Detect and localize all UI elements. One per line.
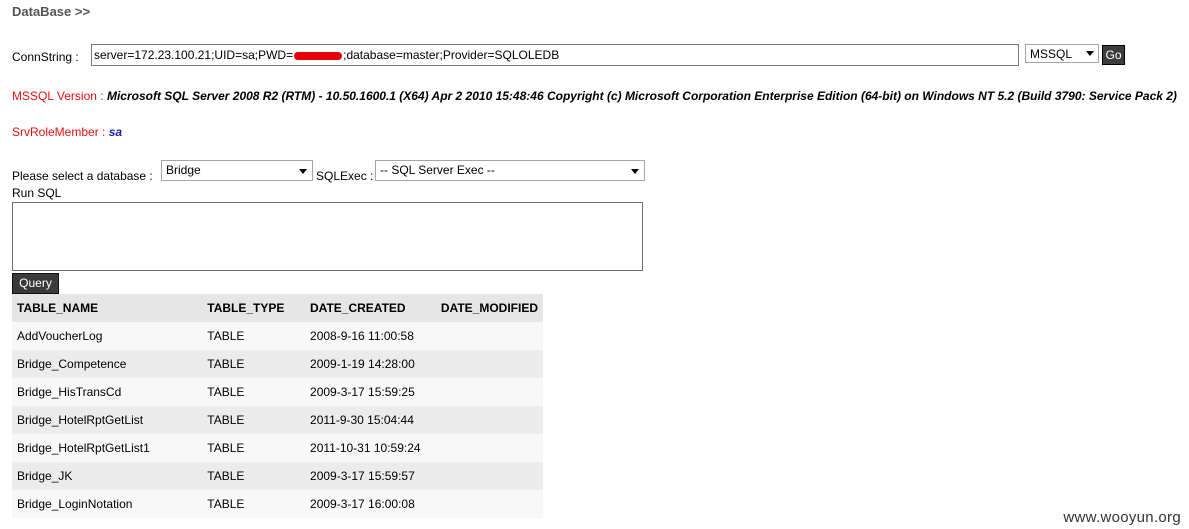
- chevron-down-icon: [631, 169, 639, 174]
- table-cell: TABLE: [202, 434, 306, 462]
- results-table: TABLE_NAME TABLE_TYPE DATE_CREATED DATE_…: [12, 294, 543, 518]
- database-select[interactable]: Bridge: [161, 160, 313, 181]
- connstring-input[interactable]: server=172.23.100.21;UID=sa;PWD= ;databas…: [91, 44, 1019, 66]
- redaction-mark: [294, 51, 343, 60]
- database-select-label: Please select a database :: [12, 169, 153, 183]
- table-cell: Bridge_LoginNotation: [12, 490, 203, 518]
- table-cell: [435, 378, 543, 406]
- table-cell: [435, 350, 543, 378]
- table-cell: 2009-3-17 15:59:57: [305, 462, 436, 490]
- table-cell: 2009-1-19 14:28:00: [305, 350, 436, 378]
- role-sep: :: [98, 125, 109, 139]
- table-cell: Bridge_HisTransCd: [12, 378, 203, 406]
- connstring-value-start: server=172.23.100.21;UID=sa;PWD=: [94, 48, 294, 62]
- sql-textarea[interactable]: [12, 202, 643, 271]
- table-row: Bridge_HotelRptGetList TABLE 2011-9-30 1…: [12, 406, 543, 434]
- table-cell: TABLE: [202, 406, 306, 434]
- table-row: Bridge_LoginNotation TABLE 2009-3-17 16:…: [12, 490, 543, 518]
- table-cell: 2009-3-17 15:59:25: [305, 378, 436, 406]
- table-row: AddVoucherLog TABLE 2008-9-16 11:00:58: [12, 322, 543, 350]
- role-label: SrvRoleMember: [12, 125, 99, 139]
- connstring-value-end: ;database=master;Provider=SQLOLEDB: [343, 48, 560, 62]
- table-cell: 2008-9-16 11:00:58: [305, 322, 436, 350]
- sqlexec-select[interactable]: -- SQL Server Exec --: [375, 160, 645, 181]
- version-text: Microsoft SQL Server 2008 R2 (RTM) - 10.…: [106, 89, 1177, 103]
- version-line: MSSQL Version : Microsoft SQL Server 200…: [12, 89, 1177, 103]
- chevron-down-icon: [1086, 51, 1094, 56]
- version-sep: :: [96, 89, 107, 103]
- watermark: www.wooyun.org: [1063, 509, 1181, 526]
- role-line: SrvRoleMember : sa: [12, 125, 122, 139]
- table-cell: TABLE: [202, 350, 306, 378]
- chevron-down-icon: [299, 169, 307, 174]
- db-type-value: MSSQL: [1030, 47, 1073, 61]
- table-row: Bridge_HisTransCd TABLE 2009-3-17 15:59:…: [12, 378, 543, 406]
- page-title: DataBase >>: [12, 4, 91, 19]
- table-cell: [435, 490, 543, 518]
- table-cell: TABLE: [202, 322, 306, 350]
- table-cell: 2011-9-30 15:04:44: [305, 406, 436, 434]
- table-cell: AddVoucherLog: [12, 322, 203, 350]
- table-cell: TABLE: [202, 490, 306, 518]
- table-cell: 2009-3-17 16:00:08: [305, 490, 436, 518]
- table-cell: Bridge_HotelRptGetList1: [12, 434, 203, 462]
- table-row: Bridge_JK TABLE 2009-3-17 15:59:57: [12, 462, 543, 490]
- table-header-row: TABLE_NAME TABLE_TYPE DATE_CREATED DATE_…: [12, 294, 543, 322]
- table-cell: [435, 462, 543, 490]
- db-type-select[interactable]: MSSQL: [1025, 44, 1099, 63]
- column-header: DATE_MODIFIED: [435, 294, 543, 322]
- table-cell: TABLE: [202, 462, 306, 490]
- column-header: DATE_CREATED: [305, 294, 436, 322]
- table-row: Bridge_Competence TABLE 2009-1-19 14:28:…: [12, 350, 543, 378]
- table-cell: Bridge_Competence: [12, 350, 203, 378]
- role-value: sa: [108, 125, 123, 139]
- run-sql-label: Run SQL: [12, 186, 62, 200]
- column-header: TABLE_NAME: [12, 294, 203, 322]
- go-button[interactable]: Go: [1102, 45, 1125, 65]
- table-cell: [435, 322, 543, 350]
- table-cell: [435, 434, 543, 462]
- table-cell: [435, 406, 543, 434]
- sqlexec-label: SQLExec :: [316, 169, 374, 183]
- database-select-value: Bridge: [166, 163, 201, 177]
- table-cell: 2011-10-31 10:59:24: [305, 434, 436, 462]
- table-cell: Bridge_JK: [12, 462, 203, 490]
- column-header: TABLE_TYPE: [202, 294, 306, 322]
- database-row: Please select a database : Bridge SQLExe…: [12, 160, 652, 184]
- table-row: Bridge_HotelRptGetList1 TABLE 2011-10-31…: [12, 434, 543, 462]
- query-button[interactable]: Query: [12, 273, 59, 294]
- version-label: MSSQL Version: [12, 89, 97, 103]
- connstring-label: ConnString :: [12, 50, 79, 64]
- table-cell: Bridge_HotelRptGetList: [12, 406, 203, 434]
- table-cell: TABLE: [202, 378, 306, 406]
- sqlexec-select-value: -- SQL Server Exec --: [380, 163, 495, 177]
